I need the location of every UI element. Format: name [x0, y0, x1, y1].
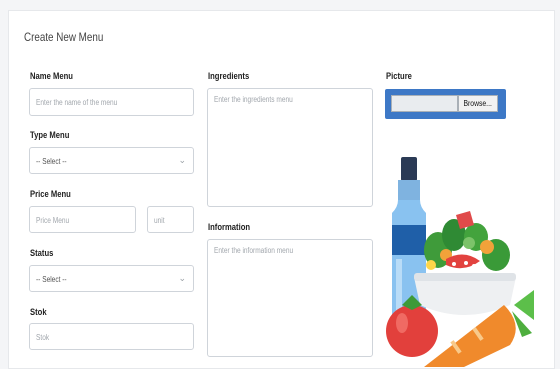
chevron-down-icon: ⌄: [178, 273, 186, 283]
ingredients-textarea[interactable]: Enter the ingredients menu: [207, 88, 373, 207]
information-label: Information: [208, 222, 251, 232]
food-illustration: [386, 157, 534, 367]
type-menu-selected: -- Select --: [36, 157, 67, 166]
ingredients-placeholder: Enter the ingredients menu: [214, 95, 293, 104]
picture-label: Picture: [386, 71, 412, 81]
unit-placeholder: unit: [154, 216, 165, 225]
name-menu-input[interactable]: Enter the name of the menu: [29, 88, 194, 116]
name-menu-placeholder: Enter the name of the menu: [36, 98, 118, 107]
type-menu-select[interactable]: -- Select -- ⌄: [29, 147, 194, 174]
stok-input[interactable]: Stok: [29, 323, 194, 350]
chevron-down-icon: ⌄: [178, 155, 186, 165]
stok-label: Stok: [30, 307, 47, 317]
page-title: Create New Menu: [24, 30, 104, 44]
stok-placeholder: Stok: [36, 333, 50, 342]
information-textarea[interactable]: Enter the information menu: [207, 239, 373, 357]
browse-button[interactable]: Browse...: [458, 95, 498, 112]
price-menu-placeholder: Price Menu: [36, 216, 70, 225]
price-menu-input[interactable]: Price Menu: [29, 206, 136, 233]
price-menu-label: Price Menu: [30, 189, 71, 199]
unit-input[interactable]: unit: [147, 206, 194, 233]
status-selected: -- Select --: [36, 275, 67, 284]
ingredients-label: Ingredients: [208, 71, 250, 81]
name-menu-label: Name Menu: [30, 71, 73, 81]
type-menu-label: Type Menu: [30, 130, 70, 140]
information-placeholder: Enter the information menu: [214, 246, 294, 255]
salad-icon: [424, 211, 510, 271]
picture-file-picker: Browse...: [385, 89, 506, 119]
file-name-field[interactable]: [391, 95, 458, 112]
status-select[interactable]: -- Select -- ⌄: [29, 265, 194, 292]
status-label: Status: [30, 248, 54, 258]
